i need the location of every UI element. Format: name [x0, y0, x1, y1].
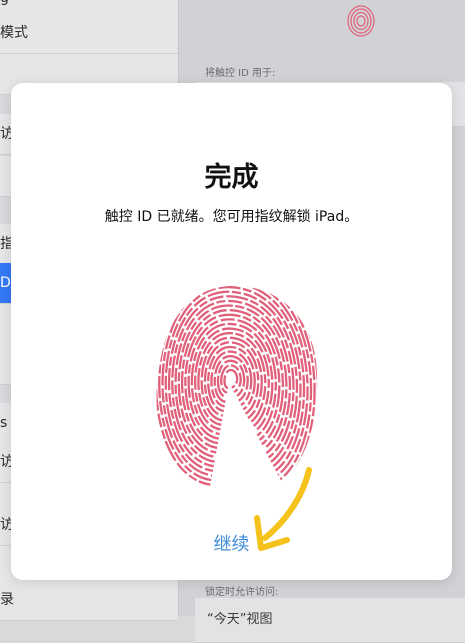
dialog-subtitle: 触控 ID 已就绪。您可用指纹解锁 iPad。 [104, 209, 359, 225]
fingerprint-ridge [213, 355, 249, 403]
today-view-row: “今天”视图 [195, 598, 465, 643]
sidebar-item-label: 模式 [0, 25, 28, 41]
sidebar-item-label: g [0, 0, 9, 6]
continue-button[interactable]: 继续 [11, 530, 452, 556]
touch-id-use-caption: 将触控 ID 用于: [205, 68, 276, 79]
fingerprint-icon-small [347, 5, 375, 37]
lock-access-caption: 锁定时允许访问: [205, 587, 279, 598]
sidebar-item-label: 录 [0, 592, 14, 608]
sidebar-item-label: s [0, 415, 8, 431]
fingerprint-ridge [223, 368, 239, 390]
fingerprint-ridge [181, 309, 285, 449]
dialog-title: 完成 [204, 162, 259, 193]
sidebar-item[interactable]: 模式 [0, 13, 178, 54]
sidebar-item-label: D [0, 275, 11, 291]
fingerprint-icon [156, 285, 318, 494]
touch-id-complete-dialog: 完成 触控 ID 已就绪。您可用指纹解锁 iPad。 继续 [11, 83, 452, 580]
sidebar-item[interactable]: 录 [0, 580, 178, 621]
